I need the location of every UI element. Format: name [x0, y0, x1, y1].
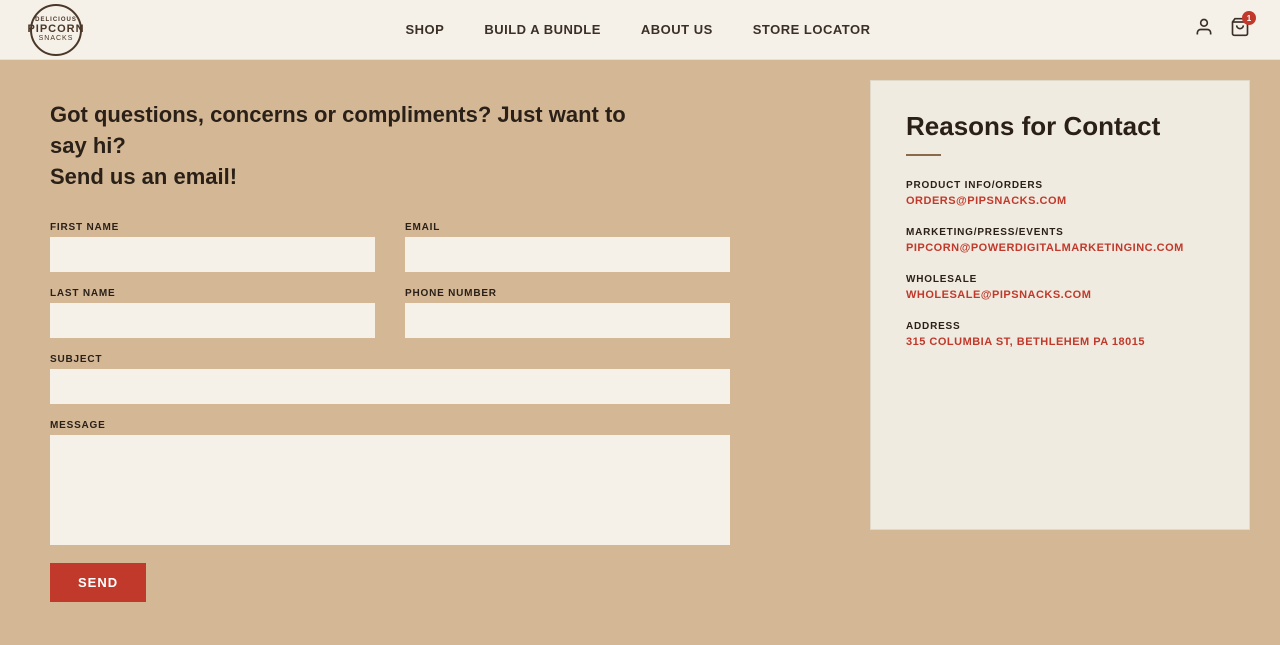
reasons-panel: Reasons for Contact PRODUCT INFO/ORDERS …	[870, 80, 1250, 530]
reasons-divider	[906, 154, 941, 156]
last-name-input[interactable]	[50, 303, 375, 338]
main-content: Got questions, concerns or compliments? …	[0, 60, 1280, 645]
user-icon	[1194, 17, 1214, 37]
reason-item-2: WHOLESALE WHOLESALE@PIPSNACKS.COM	[906, 274, 1214, 301]
account-button[interactable]	[1194, 17, 1214, 42]
phone-field: PHONE NUMBER	[405, 288, 730, 338]
last-name-field: LAST NAME	[50, 288, 375, 338]
reason-item-1: MARKETING/PRESS/EVENTS PIPCORN@POWERDIGI…	[906, 227, 1214, 254]
subject-field: SUBJECT	[50, 354, 730, 404]
reason-item-3: ADDRESS 315 COLUMBIA ST, BETHLEHEM PA 18…	[906, 321, 1214, 348]
reason-email-2[interactable]: WHOLESALE@PIPSNACKS.COM	[906, 289, 1214, 301]
logo-text-main: PIPCORN	[27, 23, 84, 35]
page-headline: Got questions, concerns or compliments? …	[50, 100, 650, 192]
header-icons: 1	[1194, 17, 1250, 42]
cart-button[interactable]: 1	[1230, 17, 1250, 42]
reason-email-3: 315 COLUMBIA ST, BETHLEHEM PA 18015	[906, 336, 1214, 348]
reason-item-0: PRODUCT INFO/ORDERS ORDERS@PIPSNACKS.COM	[906, 180, 1214, 207]
nav-shop[interactable]: SHOP	[406, 22, 445, 37]
reason-category-1: MARKETING/PRESS/EVENTS	[906, 227, 1214, 238]
nav-build-bundle[interactable]: BUILD A BUNDLE	[484, 22, 601, 37]
phone-label: PHONE NUMBER	[405, 288, 730, 299]
subject-input[interactable]	[50, 369, 730, 404]
logo-text-bottom: Snacks	[39, 35, 74, 42]
subject-label: SUBJECT	[50, 354, 730, 365]
send-button[interactable]: SEND	[50, 563, 146, 602]
email-input[interactable]	[405, 237, 730, 272]
reason-category-3: ADDRESS	[906, 321, 1214, 332]
logo-circle: Delicious PIPCORN Snacks	[30, 4, 82, 56]
message-textarea[interactable]	[50, 435, 730, 545]
reasons-title: Reasons for Contact	[906, 111, 1214, 142]
email-label: EMAIL	[405, 222, 730, 233]
message-label: MESSAGE	[50, 420, 730, 431]
message-field: MESSAGE	[50, 420, 730, 545]
reason-category-0: PRODUCT INFO/ORDERS	[906, 180, 1214, 191]
reason-email-1[interactable]: PIPCORN@POWERDIGITALMARKETINGINC.COM	[906, 242, 1214, 254]
logo[interactable]: Delicious PIPCORN Snacks	[30, 4, 82, 56]
cart-badge: 1	[1242, 11, 1256, 25]
reason-category-2: WHOLESALE	[906, 274, 1214, 285]
last-name-label: LAST NAME	[50, 288, 375, 299]
phone-input[interactable]	[405, 303, 730, 338]
header: Delicious PIPCORN Snacks SHOP BUILD A BU…	[0, 0, 1280, 60]
first-name-field: FIRST NAME	[50, 222, 375, 272]
main-nav: SHOP BUILD A BUNDLE ABOUT US STORE LOCAT…	[406, 22, 871, 37]
first-name-label: FIRST NAME	[50, 222, 375, 233]
form-grid: FIRST NAME EMAIL LAST NAME PHONE NUMBER	[50, 222, 730, 545]
email-field: EMAIL	[405, 222, 730, 272]
nav-about-us[interactable]: ABOUT US	[641, 22, 713, 37]
reason-email-0[interactable]: ORDERS@PIPSNACKS.COM	[906, 195, 1214, 207]
nav-store-locator[interactable]: STORE LOCATOR	[753, 22, 871, 37]
first-name-input[interactable]	[50, 237, 375, 272]
